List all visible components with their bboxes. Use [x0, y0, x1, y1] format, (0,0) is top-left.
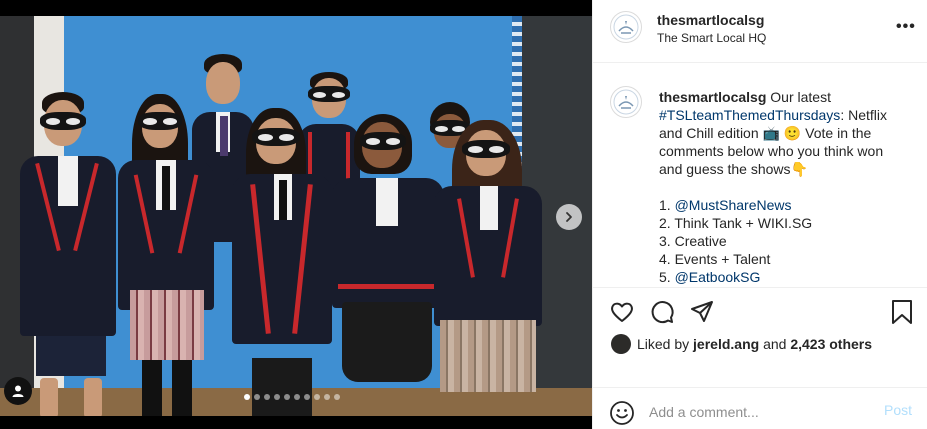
carousel-dot	[284, 394, 290, 400]
caption-list-item: 4. Events + Talent	[659, 250, 904, 268]
heart-icon[interactable]	[609, 299, 635, 325]
carousel-dot	[334, 394, 340, 400]
caption-list-number: 3.	[659, 233, 671, 249]
comment-icon[interactable]	[649, 299, 675, 325]
post-username[interactable]: thesmartlocalsg	[657, 12, 764, 28]
caption-list-item: 5. @EatbookSG	[659, 268, 904, 286]
post-comment-button[interactable]: Post	[884, 402, 912, 418]
liker-username[interactable]: jereld.ang	[693, 336, 759, 352]
comment-input[interactable]	[649, 401, 879, 423]
carousel-next-button[interactable]	[556, 204, 582, 230]
carousel-dot	[314, 394, 320, 400]
caption-hashtag[interactable]: #TSLteamThemedThursdays	[659, 107, 840, 123]
caption-list-text: Think Tank + WIKI.SG	[674, 215, 813, 231]
caption-list-number: 2.	[659, 215, 671, 231]
carousel-dot	[324, 394, 330, 400]
likes-prefix: Liked by	[637, 336, 690, 352]
post-actions: Liked by jereld.ang and 2,423 others	[593, 287, 927, 387]
caption-avatar[interactable]	[610, 86, 642, 118]
carousel-dot	[294, 394, 300, 400]
carousel-dot	[264, 394, 270, 400]
caption-list-text: Creative	[674, 233, 727, 249]
bookmark-icon[interactable]	[889, 299, 915, 325]
carousel-dot	[244, 394, 250, 400]
carousel-dot	[274, 394, 280, 400]
user-icon	[12, 385, 24, 397]
caption-mention-link[interactable]: @MustShareNews	[675, 197, 792, 213]
caption-list-item: 3. Creative	[659, 232, 904, 250]
likes-summary: Liked by jereld.ang and 2,423 others	[611, 334, 872, 354]
post-photo	[0, 16, 592, 416]
carousel-dot	[254, 394, 260, 400]
brand-logo-icon	[613, 89, 639, 115]
carousel-dot	[304, 394, 310, 400]
post-header: thesmartlocalsg The Smart Local HQ •••	[593, 0, 927, 63]
caption-intro: Our latest	[770, 89, 831, 105]
comment-bar: Post	[593, 387, 927, 429]
caption-list-number: 5.	[659, 269, 671, 285]
smile-emoji: 🙂	[783, 125, 802, 141]
caption-list-item: 2. Think Tank + WIKI.SG	[659, 214, 904, 232]
caption-list: 1. @MustShareNews 2. Think Tank + WIKI.SG…	[659, 196, 904, 286]
caption-username[interactable]: thesmartlocalsg	[659, 89, 766, 105]
emoji-icon[interactable]	[609, 400, 635, 426]
post-media[interactable]	[0, 0, 592, 429]
likes-and: and	[763, 336, 787, 352]
profile-avatar[interactable]	[610, 11, 642, 43]
caption-list-number: 1.	[659, 197, 671, 213]
carousel-indicator	[244, 394, 340, 400]
post-sidebar: thesmartlocalsg The Smart Local HQ ••• t…	[592, 0, 927, 429]
more-options-button[interactable]: •••	[896, 18, 916, 36]
brand-logo-icon	[613, 14, 639, 40]
liker-avatar[interactable]	[611, 334, 631, 354]
caption-list-text: Events + Talent	[674, 251, 771, 267]
caption-list-number: 4.	[659, 251, 671, 267]
caption-section: thesmartlocalsg Our latest #TSLteamTheme…	[593, 64, 927, 286]
post-location[interactable]: The Smart Local HQ	[657, 31, 766, 45]
caption-list-item: 1. @MustShareNews	[659, 196, 904, 214]
post-caption: thesmartlocalsg Our latest #TSLteamTheme…	[659, 88, 904, 286]
likes-others[interactable]: 2,423 others	[790, 336, 872, 352]
share-icon[interactable]	[689, 299, 715, 325]
tagged-users-button[interactable]	[4, 377, 32, 405]
caption-mention-link[interactable]: @EatbookSG	[675, 269, 761, 285]
tv-emoji: 📺	[762, 125, 780, 141]
chevron-right-icon	[566, 212, 572, 222]
point-down-emoji: 👇	[790, 161, 808, 177]
